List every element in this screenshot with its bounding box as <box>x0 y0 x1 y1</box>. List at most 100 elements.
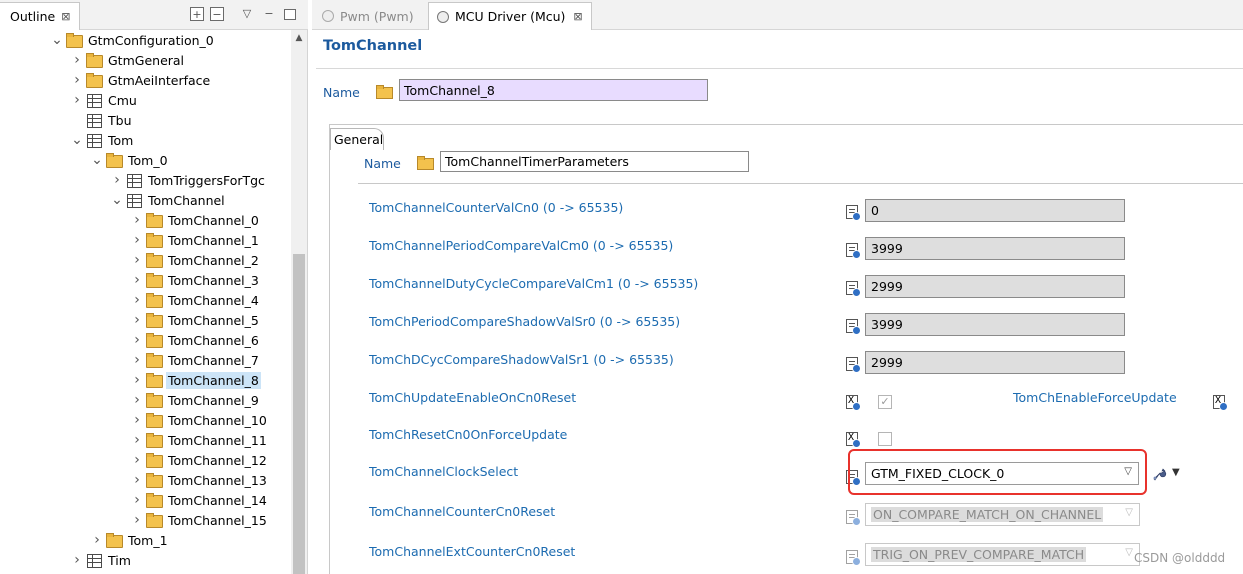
tree-item[interactable]: › TomChannel_0 <box>130 210 261 230</box>
tree-item[interactable]: › GtmAeiInterface <box>70 70 212 90</box>
tree-item[interactable]: › TomChannel_12 <box>130 450 269 470</box>
parameter-info-icon[interactable] <box>846 319 861 335</box>
chevron-right-icon[interactable]: › <box>130 512 144 528</box>
name-field[interactable]: TomChannel_8 <box>399 79 708 101</box>
close-icon[interactable]: ⊠ <box>573 10 582 23</box>
reset-cn0-checkbox[interactable] <box>878 432 892 446</box>
chevron-down-icon[interactable]: ▽ <box>1125 547 1133 558</box>
counter-val-cn0-input[interactable]: 0 <box>865 199 1125 222</box>
chevron-right-icon[interactable]: › <box>70 92 84 108</box>
chevron-down-icon[interactable]: ⌄ <box>110 192 124 208</box>
minimize-icon[interactable]: − <box>262 7 276 21</box>
chevron-right-icon[interactable]: › <box>130 472 144 488</box>
tree-item[interactable]: › TomChannel_15 <box>130 510 269 530</box>
tree-item[interactable]: › TomChannel_10 <box>130 410 269 430</box>
parameter-info-icon[interactable] <box>846 550 861 566</box>
tree-item[interactable]: › TomChannel_6 <box>130 330 261 350</box>
boolean-param-icon[interactable] <box>1213 395 1228 411</box>
tree-item[interactable]: ⌄ Tom <box>70 130 135 150</box>
tree-item[interactable]: › TomChannel_13 <box>130 470 269 490</box>
scroll-up-icon[interactable]: ▲ <box>291 30 307 46</box>
watermark: CSDN @oldddd <box>1134 551 1226 565</box>
tree-item-label: TomChannel_14 <box>168 492 267 508</box>
boolean-param-icon[interactable] <box>846 432 861 448</box>
parameter-info-icon[interactable] <box>846 510 861 526</box>
tree-item[interactable]: › TomChannel_4 <box>130 290 261 310</box>
param-period-compare-cm0-label: TomChannelPeriodCompareValCm0 (0 -> 6553… <box>369 238 674 253</box>
tree-item[interactable]: ⌄ Tom_0 <box>90 150 170 170</box>
tab-outline[interactable]: Outline ⊠ <box>0 2 80 30</box>
tab-general[interactable]: General <box>330 128 384 150</box>
tree-item[interactable]: ⌄ TomChannel <box>110 190 227 210</box>
chevron-down-icon[interactable]: ⌄ <box>50 32 64 48</box>
chevron-right-icon[interactable]: › <box>130 292 144 308</box>
tree-item[interactable]: › TomChannel_1 <box>130 230 261 250</box>
chevron-right-icon[interactable]: › <box>130 432 144 448</box>
tree-item[interactable]: › TomChannel_2 <box>130 250 261 270</box>
tree-item-label: TomChannel_15 <box>168 512 267 528</box>
tree-item[interactable]: › Tom_1 <box>90 530 170 550</box>
folder-icon <box>417 156 434 170</box>
chevron-right-icon[interactable]: › <box>70 552 84 568</box>
duty-cycle-cm1-input[interactable]: 2999 <box>865 275 1125 298</box>
tree-item[interactable]: › TomChannel_9 <box>130 390 261 410</box>
chevron-right-icon[interactable]: › <box>130 252 144 268</box>
chevron-down-icon[interactable]: ▽ <box>1125 507 1133 518</box>
parameter-info-icon[interactable] <box>846 243 861 259</box>
chevron-right-icon[interactable]: › <box>130 392 144 408</box>
dropdown-arrow-icon[interactable]: ▼ <box>1172 467 1180 478</box>
chevron-right-icon[interactable]: › <box>130 332 144 348</box>
tree-item[interactable]: › TomChannel_3 <box>130 270 261 290</box>
parameter-info-icon[interactable] <box>846 205 861 221</box>
chevron-right-icon[interactable]: › <box>130 492 144 508</box>
tree-item[interactable]: › TomChannel_7 <box>130 350 261 370</box>
ext-counter-cn0-reset-dropdown[interactable]: TRIG_ON_PREV_COMPARE_MATCH ▽ <box>865 543 1140 566</box>
tab-pwm[interactable]: Pwm (Pwm) <box>314 2 422 30</box>
tree-item[interactable]: › GtmGeneral <box>70 50 186 70</box>
chevron-right-icon[interactable]: › <box>130 272 144 288</box>
chevron-right-icon[interactable]: › <box>130 412 144 428</box>
scroll-thumb[interactable] <box>293 254 305 574</box>
chevron-right-icon[interactable]: › <box>130 232 144 248</box>
maximize-icon[interactable] <box>284 9 296 20</box>
boolean-param-icon[interactable] <box>846 395 861 411</box>
collapse-all-icon[interactable]: − <box>210 7 224 21</box>
tree-item[interactable]: › Tim <box>70 550 133 570</box>
chevron-right-icon[interactable]: › <box>130 352 144 368</box>
tree-item[interactable]: ⌄ GtmConfiguration_0 <box>50 30 216 50</box>
outline-scrollbar[interactable]: ▲ <box>291 30 307 574</box>
tree-item-label: GtmGeneral <box>108 52 185 68</box>
chevron-right-icon[interactable]: › <box>110 172 124 188</box>
tree-item[interactable]: › TomChannel_14 <box>130 490 269 510</box>
close-icon[interactable]: ⊠ <box>61 10 70 23</box>
chevron-right-icon[interactable]: › <box>70 52 84 68</box>
chevron-right-icon[interactable]: › <box>130 452 144 468</box>
tree-item[interactable]: › TomChannel_8 <box>130 370 261 390</box>
tree-item[interactable]: › TomChannel_11 <box>130 430 269 450</box>
chevron-down-icon[interactable]: ⌄ <box>70 132 84 148</box>
chevron-right-icon[interactable]: › <box>130 212 144 228</box>
period-compare-cm0-input[interactable]: 3999 <box>865 237 1125 260</box>
dcyc-shadow-sr1-input[interactable]: 2999 <box>865 351 1125 374</box>
chevron-down-icon[interactable]: ⌄ <box>90 152 104 168</box>
view-menu-icon[interactable]: ▽ <box>240 7 254 21</box>
chevron-right-icon[interactable]: › <box>70 72 84 88</box>
parameter-info-icon[interactable] <box>846 357 861 373</box>
chevron-right-icon[interactable]: › <box>90 532 104 548</box>
tree-item[interactable]: › Cmu <box>70 90 139 110</box>
period-shadow-sr0-input[interactable]: 3999 <box>865 313 1125 336</box>
parameter-info-icon[interactable] <box>846 281 861 297</box>
update-enable-checkbox[interactable]: ✓ <box>878 395 892 409</box>
sub-name-field[interactable]: TomChannelTimerParameters <box>440 151 749 172</box>
tree-item[interactable]: › TomChannel_5 <box>130 310 261 330</box>
folder-icon <box>86 73 103 88</box>
tree-item[interactable]: › TomTriggersForTgc <box>110 170 267 190</box>
expand-all-icon[interactable]: + <box>190 7 204 21</box>
counter-cn0-reset-dropdown[interactable]: ON_COMPARE_MATCH_ON_CHANNEL ▽ <box>865 503 1140 526</box>
chevron-right-icon[interactable]: › <box>130 372 144 388</box>
tree-item[interactable]: Tbu <box>70 110 134 130</box>
tree-item-label: Tom_1 <box>128 532 168 548</box>
wrench-icon[interactable] <box>1151 466 1167 482</box>
tab-mcu-driver[interactable]: MCU Driver (Mcu) ⊠ <box>428 2 592 30</box>
chevron-right-icon[interactable]: › <box>130 312 144 328</box>
